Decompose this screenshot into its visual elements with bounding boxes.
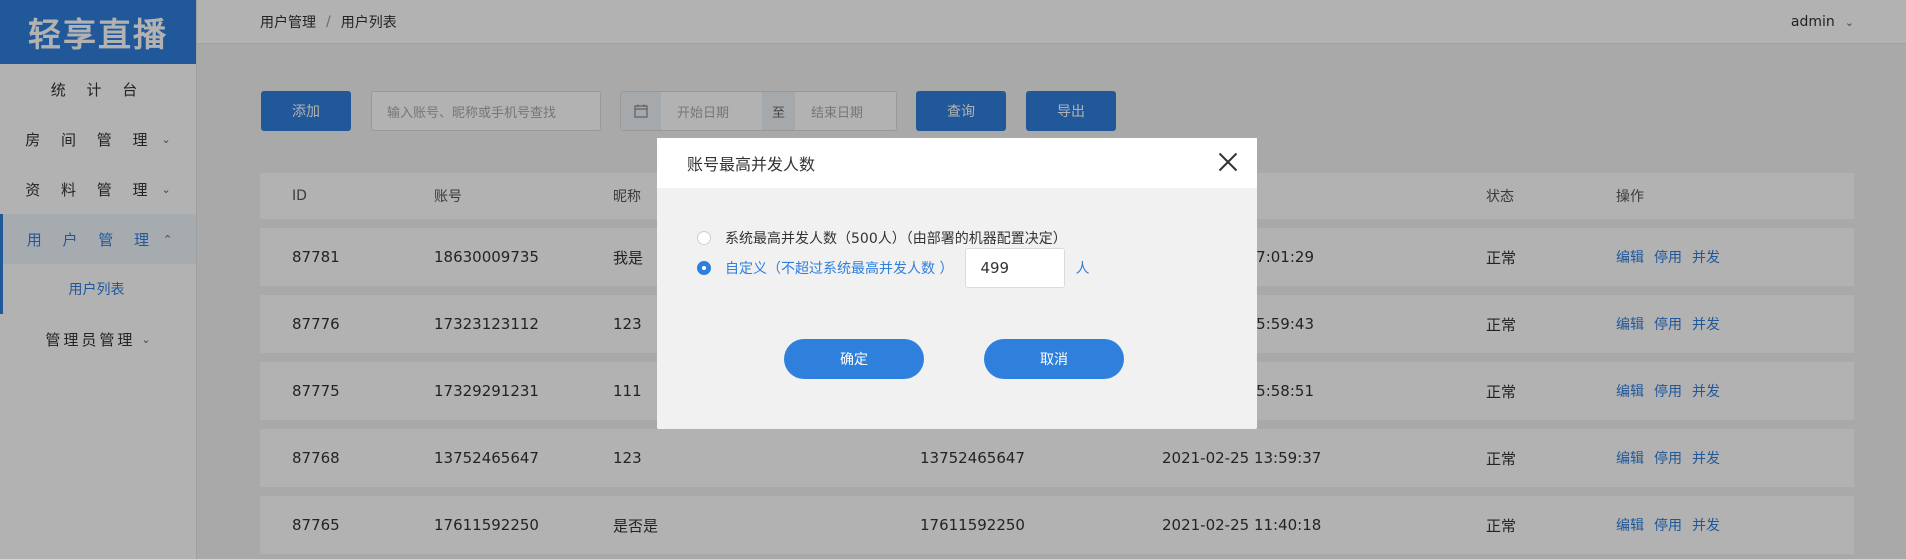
- radio-label: 自定义（不超过系统最高并发人数 ）: [725, 261, 954, 277]
- close-icon[interactable]: [1217, 151, 1239, 173]
- unit-label: 人: [1075, 261, 1090, 277]
- radio-button[interactable]: [697, 231, 711, 245]
- radio-option-system[interactable]: 系统最高并发人数（500人）（由部署的机器配置决定）: [697, 228, 1067, 248]
- radio-label: 系统最高并发人数（500人）（由部署的机器配置决定）: [725, 231, 1067, 247]
- dialog-header: 账号最高并发人数: [657, 138, 1257, 188]
- confirm-button[interactable]: 确定: [784, 339, 924, 379]
- concurrency-dialog: 账号最高并发人数 系统最高并发人数（500人）（由部署的机器配置决定） 自定义（…: [657, 138, 1257, 429]
- cancel-button[interactable]: 取消: [984, 339, 1124, 379]
- radio-option-custom[interactable]: 自定义（不超过系统最高并发人数 ） 499 人: [697, 248, 1089, 288]
- concurrency-value-input[interactable]: 499: [965, 248, 1066, 288]
- radio-button-selected[interactable]: [697, 261, 711, 275]
- dialog-title: 账号最高并发人数: [687, 155, 816, 174]
